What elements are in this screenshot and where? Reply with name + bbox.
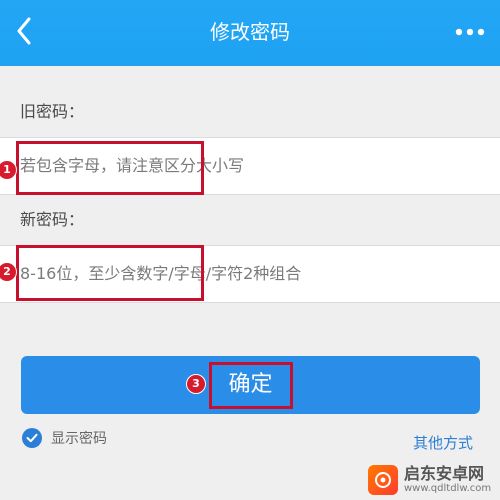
more-button[interactable] — [450, 18, 490, 46]
checkmark-icon — [22, 428, 42, 448]
watermark-name: 启东安卓网 — [404, 464, 485, 483]
page-title: 修改密码 — [210, 20, 290, 44]
new-password-label: 新密码： — [20, 210, 85, 229]
watermark: 启东安卓网 www.qdltdlw.com — [368, 460, 500, 500]
show-password-toggle[interactable]: 显示密码 — [22, 426, 107, 450]
show-password-label: 显示密码 — [51, 431, 107, 447]
highlight-box-confirm — [209, 362, 293, 409]
step-badge-3: 3 — [186, 374, 206, 394]
watermark-url: www.qdltdlw.com — [404, 483, 492, 494]
other-methods-link[interactable]: 其他方式 — [413, 432, 473, 453]
watermark-logo-icon — [368, 465, 398, 495]
old-password-label: 旧密码： — [20, 102, 85, 121]
highlight-box-new-password — [16, 245, 204, 301]
highlight-box-old-password — [16, 141, 204, 195]
more-dots-icon — [455, 28, 485, 36]
app-header: 修改密码 — [0, 0, 500, 66]
